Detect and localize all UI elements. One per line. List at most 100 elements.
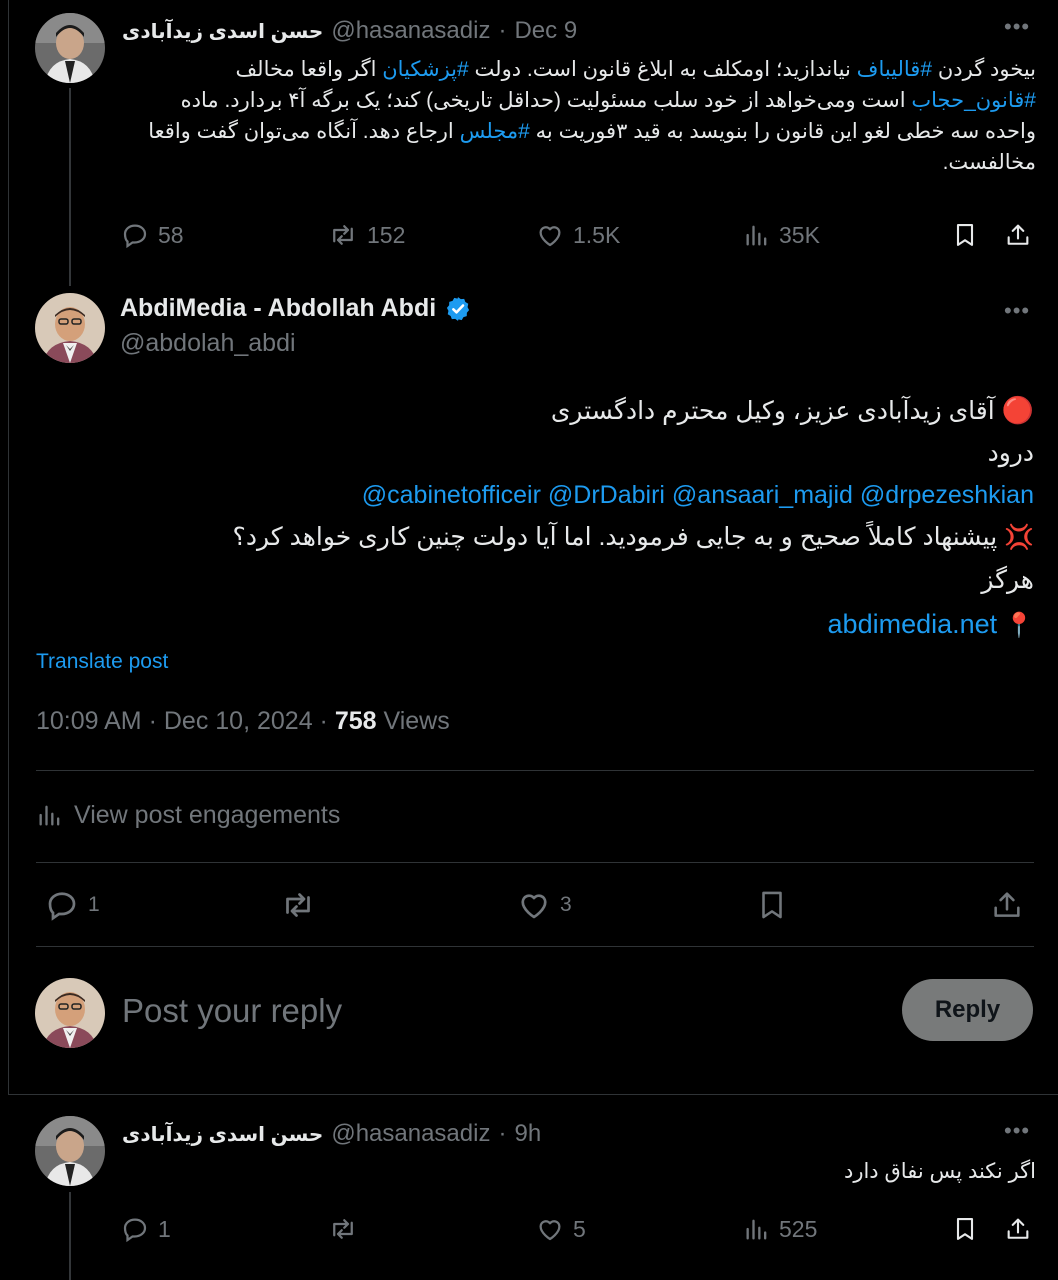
reply-count: 1	[158, 1215, 171, 1242]
avatar[interactable]	[35, 1116, 105, 1186]
author-block: AbdiMedia - Abdollah Abdi @abdolah_abdi	[120, 294, 472, 358]
reply-icon	[123, 224, 147, 249]
like-count: 5	[573, 1215, 586, 1242]
tweet-line: 🔴 آقای زیدآبادی عزیز، وکیل محترم دادگستر…	[36, 389, 1034, 432]
mention-link[interactable]: @DrDabiri	[548, 481, 665, 509]
repost-count: 152	[367, 221, 406, 248]
handle[interactable]: @hasanasadiz	[331, 17, 490, 45]
mention-link[interactable]: @drpezeshkian	[860, 481, 1034, 509]
tweet-line-3: واحده سه خطی لغو این قانون را بنویسد به …	[120, 116, 1036, 147]
hashtag-link[interactable]: #مجلس	[460, 120, 530, 143]
reply-icon	[123, 1218, 147, 1243]
share-icon	[1007, 1218, 1029, 1239]
post-date[interactable]: Dec 10, 2024	[164, 707, 313, 735]
section-divider	[8, 1094, 1058, 1095]
views-icon	[746, 225, 767, 246]
share-action[interactable]	[990, 887, 1024, 923]
text-fragment: پیشنهاد کاملاً صحیح و به جایی فرمودید. ا…	[232, 523, 998, 551]
share-icon	[994, 892, 1020, 917]
text-fragment: واحده سه خطی لغو این قانون را بنویسد به …	[529, 120, 1036, 143]
like-icon	[539, 1220, 561, 1241]
more-icon[interactable]: •••	[1004, 1120, 1030, 1142]
like-icon	[539, 226, 561, 247]
reply-button-label: Reply	[934, 996, 1001, 1023]
tweet-header: حسن اسدی زیدآبادی @hasanasadiz · 9h	[122, 1119, 541, 1149]
reply-action[interactable]: 1	[44, 887, 100, 923]
more-icon[interactable]: •••	[1004, 300, 1030, 322]
views-action[interactable]: 525	[743, 1214, 817, 1244]
repost-icon	[333, 225, 353, 245]
reply-action[interactable]: 1	[120, 1214, 171, 1244]
reply-action[interactable]: 58	[120, 220, 184, 250]
tweet-date[interactable]: Dec 9	[514, 17, 577, 45]
views-label: Views	[383, 707, 450, 735]
views-icon	[746, 1219, 767, 1240]
link-line: 📍 abdimedia.net	[36, 603, 1034, 647]
text-fragment: نیاندازید؛ اومکلف به ابلاغ قانون است. دو…	[468, 58, 857, 81]
hashtag-link[interactable]: #قانون_حجاب	[911, 89, 1036, 112]
more-icon[interactable]: •••	[1004, 16, 1030, 38]
reply-icon	[48, 892, 76, 921]
tweet-body: 🔴 آقای زیدآبادی عزیز، وکیل محترم دادگستر…	[36, 389, 1034, 647]
thread-line	[69, 88, 71, 286]
display-name[interactable]: حسن اسدی زیدآبادی	[122, 1122, 323, 1147]
bookmark-icon	[956, 224, 974, 246]
repost-action[interactable]: 152	[327, 220, 405, 250]
handle[interactable]: @hasanasadiz	[331, 1120, 490, 1148]
timestamp-row: 10:09 AM · Dec 10, 2024 · 758 Views	[36, 707, 450, 736]
tweet-line-1: بیخود گردن #قالیباف نیاندازید؛ اومکلف به…	[120, 54, 1036, 85]
like-action[interactable]: 3	[516, 887, 572, 923]
share-icon	[1007, 224, 1029, 245]
translate-post-link[interactable]: Translate post	[36, 650, 168, 674]
avatar	[35, 978, 105, 1048]
analytics-icon	[39, 805, 60, 826]
tweet-line-4: مخالفست.	[942, 151, 1036, 174]
handle[interactable]: @abdolah_abdi	[120, 329, 472, 358]
views-count: 35K	[779, 221, 820, 248]
separator: ·	[498, 17, 507, 44]
tweet-body: بیخود گردن #قالیباف نیاندازید؛ اومکلف به…	[120, 54, 1036, 178]
separator: ·	[148, 707, 157, 735]
avatar[interactable]	[35, 293, 105, 363]
red-circle-emoji: 🔴	[1001, 395, 1034, 425]
tweet-line: درود	[987, 439, 1034, 467]
hashtag-link[interactable]: #قالیباف	[857, 58, 932, 81]
website-link[interactable]: abdimedia.net	[828, 609, 998, 639]
mention-link[interactable]: @cabinetofficeir	[362, 481, 541, 509]
like-action[interactable]: 1.5K	[535, 220, 620, 250]
text-fragment: اگر واقعا مخالف	[235, 58, 383, 81]
text-fragment: است ومی‌خواهد از خود سلب مسئولیت (حداقل …	[180, 89, 912, 112]
reply-count: 58	[158, 221, 184, 248]
repost-action[interactable]	[327, 1214, 359, 1244]
views-action[interactable]: 35K	[743, 220, 820, 250]
hashtag-link[interactable]: #پزشکیان	[382, 58, 468, 81]
repost-icon	[333, 1219, 353, 1239]
tweet-line: 💢 پیشنهاد کاملاً صحیح و به جایی فرمودید.…	[36, 516, 1034, 559]
pin-emoji: 📍	[1004, 612, 1034, 639]
bookmark-action[interactable]	[951, 1214, 979, 1244]
post-time[interactable]: 10:09 AM	[36, 707, 142, 735]
reply-button[interactable]: Reply	[902, 979, 1033, 1041]
share-action[interactable]	[1004, 1214, 1032, 1244]
left-border	[8, 0, 9, 1095]
share-action[interactable]	[1004, 220, 1032, 250]
bookmark-action[interactable]	[755, 887, 789, 923]
bookmark-action[interactable]	[951, 220, 979, 250]
mention-link[interactable]: @ansaari_majid	[672, 481, 853, 509]
tweet-time[interactable]: 9h	[514, 1120, 541, 1148]
like-icon	[521, 894, 547, 919]
repost-icon	[286, 893, 310, 917]
like-action[interactable]: 5	[535, 1214, 586, 1244]
view-engagements-button[interactable]: View post engagements	[36, 800, 340, 830]
repost-action[interactable]	[279, 887, 317, 923]
display-name[interactable]: حسن اسدی زیدآبادی	[122, 19, 323, 44]
tweet-line: هرگز	[981, 566, 1034, 594]
display-name[interactable]: AbdiMedia - Abdollah Abdi	[120, 294, 436, 323]
thread-line	[69, 1192, 71, 1280]
bookmark-icon	[956, 1218, 974, 1240]
separator: ·	[319, 707, 328, 735]
text-fragment: بیخود گردن	[932, 58, 1036, 81]
avatar[interactable]	[35, 13, 105, 83]
tweet-header: حسن اسدی زیدآبادی @hasanasadiz · Dec 9	[122, 16, 577, 46]
reply-input[interactable]	[122, 988, 862, 1034]
